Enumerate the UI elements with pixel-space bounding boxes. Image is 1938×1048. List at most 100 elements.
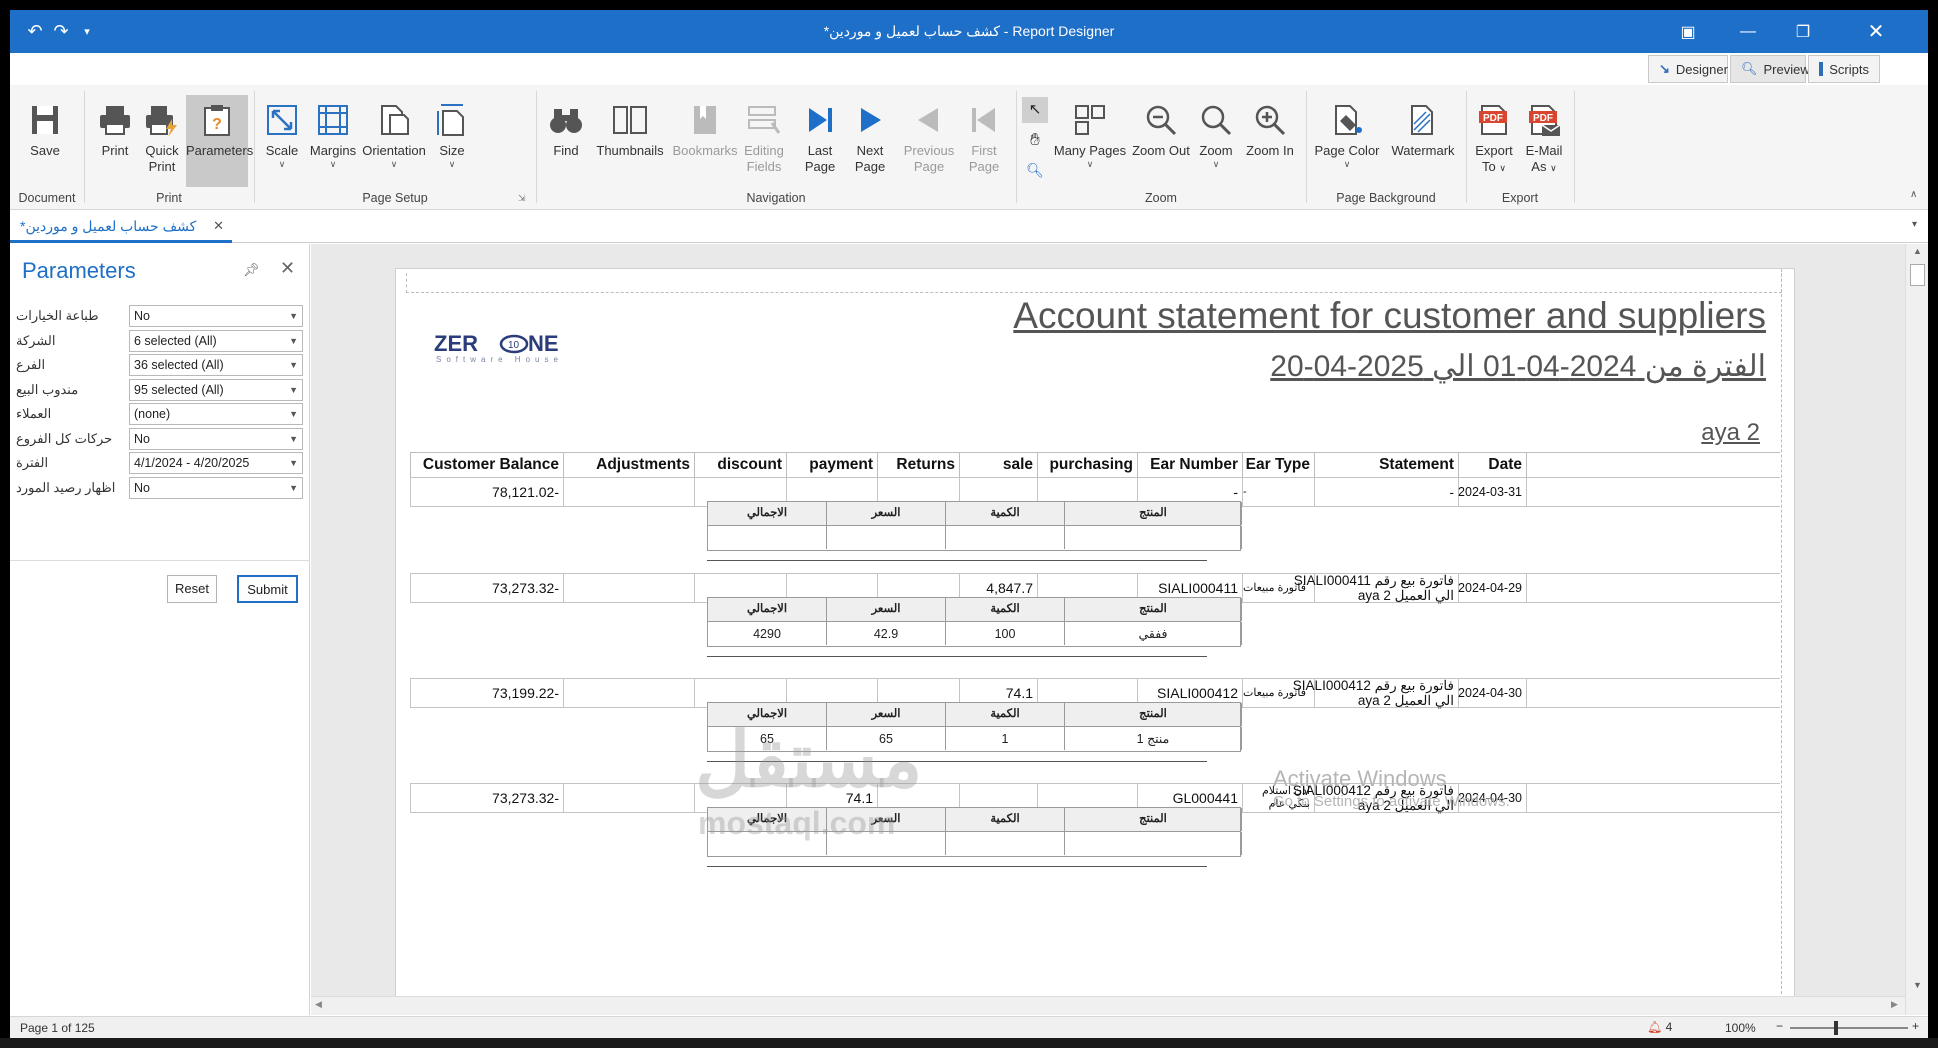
zoom-slider-plus-icon[interactable]: + bbox=[1912, 1019, 1919, 1033]
first-page-button[interactable]: First Page bbox=[964, 95, 1004, 187]
parameters-button[interactable]: ? Parameters bbox=[186, 95, 253, 187]
thumbnails-label: Thumbnails bbox=[596, 143, 664, 158]
magnifier-tool-icon[interactable]: 🔍︎ bbox=[1022, 157, 1048, 183]
save-label: Save bbox=[30, 143, 60, 158]
parameter-label: الفرع bbox=[16, 357, 46, 372]
quick-print-label-2: Print bbox=[148, 159, 176, 174]
collapse-ribbon-icon[interactable]: ∧ bbox=[1910, 189, 1917, 200]
vertical-scroll-thumb[interactable] bbox=[1910, 264, 1925, 286]
margins-button[interactable]: Margins ∨ bbox=[308, 95, 358, 187]
page-setup-dialog-launcher-icon[interactable]: ⇲ bbox=[518, 193, 526, 204]
close-window-icon[interactable]: ✕ bbox=[1853, 10, 1899, 53]
watermark-label: Watermark bbox=[1391, 143, 1455, 158]
preview-view-button[interactable]: 🔍︎ Preview bbox=[1730, 55, 1810, 83]
previous-page-label: Previous bbox=[903, 143, 955, 158]
statement-line-1: فاتورة بيع رقم SIALI000411 bbox=[1293, 573, 1454, 588]
zoom-slider-minus-icon[interactable]: − bbox=[1776, 1019, 1783, 1033]
save-button[interactable]: Save bbox=[22, 95, 68, 187]
next-page-button[interactable]: Next Page bbox=[850, 95, 890, 187]
orientation-label: Orientation bbox=[362, 143, 426, 158]
scroll-down-icon[interactable]: ▼ bbox=[1906, 980, 1928, 990]
scroll-right-icon[interactable]: ▶ bbox=[1891, 999, 1898, 1010]
parameter-select[interactable]: 36 selected (All) ▼ bbox=[129, 354, 303, 376]
zoom-out-button[interactable]: Zoom Out bbox=[1130, 95, 1192, 187]
scripts-view-button[interactable]: Scripts bbox=[1808, 55, 1880, 83]
notifications-indicator[interactable]: 🔔︎ 4 bbox=[1647, 1020, 1672, 1034]
print-button[interactable]: Print bbox=[92, 95, 138, 187]
parameter-value: No bbox=[134, 431, 150, 446]
preview-icon: 🔍︎ bbox=[1741, 61, 1758, 76]
close-panel-icon[interactable]: ✕ bbox=[280, 258, 295, 279]
bookmarks-button[interactable]: Bookmarks bbox=[670, 95, 740, 187]
scale-button[interactable]: Scale ∨ bbox=[260, 95, 304, 187]
quick-print-button[interactable]: Quick Print bbox=[140, 95, 184, 187]
group-label-navigation: Navigation bbox=[746, 191, 806, 205]
ribbon-display-options-icon[interactable]: ▣ bbox=[1665, 10, 1711, 53]
thumbnails-button[interactable]: Thumbnails bbox=[594, 95, 666, 187]
report-designer-window: ↶ ↷ ▾ *كشف حساب لعميل و موردين - Report … bbox=[10, 10, 1928, 1038]
hand-tool-icon[interactable]: ✋︎ bbox=[1022, 127, 1048, 153]
parameter-select[interactable]: No ▼ bbox=[129, 427, 303, 450]
parameter-select[interactable]: 4/1/2024 - 4/20/2025 ▼ bbox=[129, 452, 303, 474]
group-label-export: Export bbox=[1501, 191, 1539, 205]
editing-fields-label-2: Fields bbox=[746, 159, 782, 174]
watermark-button[interactable]: Watermark bbox=[1386, 95, 1460, 187]
margins-icon bbox=[318, 105, 348, 135]
parameter-select[interactable]: No ▼ bbox=[129, 305, 303, 327]
tab-list-dropdown-icon[interactable]: ▾ bbox=[1912, 219, 1917, 230]
parameter-label: العملاء bbox=[16, 406, 52, 421]
document-tab[interactable]: *كشف حساب لعميل و موردين ✕ bbox=[10, 211, 232, 243]
column-header: Ear Number bbox=[1138, 453, 1243, 477]
subtable-column-header: المنتج bbox=[1065, 598, 1242, 621]
reset-button[interactable]: Reset bbox=[167, 575, 217, 603]
scale-label: Scale bbox=[265, 143, 299, 158]
find-button[interactable]: Find bbox=[544, 95, 588, 187]
pdf-badge-label: PDF bbox=[1483, 113, 1503, 124]
chevron-down-icon: ▼ bbox=[289, 458, 298, 468]
close-tab-icon[interactable]: ✕ bbox=[213, 211, 224, 241]
export-to-button[interactable]: PDF Export To ∨ bbox=[1472, 95, 1516, 187]
parameter-label: مندوب البيع bbox=[16, 381, 79, 397]
subtable-column-header: الكمية bbox=[946, 808, 1065, 831]
scripts-view-label: Scripts bbox=[1829, 61, 1869, 77]
subtable-column-header: المنتج bbox=[1065, 502, 1242, 525]
zoom-in-button[interactable]: Zoom In bbox=[1242, 95, 1298, 187]
designer-view-button[interactable]: ↘ Designer bbox=[1648, 55, 1728, 83]
vertical-scrollbar[interactable]: ▲ ▼ bbox=[1905, 244, 1928, 1015]
balance-cell: 78,121.02- bbox=[411, 478, 564, 506]
page-color-button[interactable]: Page Color ∨ bbox=[1312, 95, 1382, 187]
submit-button[interactable]: Submit bbox=[237, 575, 298, 603]
zoom-button[interactable]: Zoom ∨ bbox=[1194, 95, 1238, 187]
preview-view-label: Preview bbox=[1763, 61, 1810, 77]
parameter-select[interactable]: 6 selected (All) ▼ bbox=[129, 329, 303, 352]
parameter-select[interactable]: (none) ▼ bbox=[129, 403, 303, 425]
parameter-select[interactable]: 95 selected (All) ▼ bbox=[129, 378, 303, 401]
zoom-slider-track[interactable] bbox=[1790, 1027, 1908, 1029]
editing-fields-button[interactable]: Editing Fields bbox=[742, 95, 786, 187]
previous-page-button[interactable]: Previous Page bbox=[900, 95, 958, 187]
bell-icon: 🔔︎ bbox=[1647, 1020, 1663, 1034]
zoom-slider-thumb[interactable] bbox=[1834, 1021, 1838, 1035]
subtable-product-cell: منتج 1 bbox=[1065, 727, 1242, 750]
pointer-tool-icon[interactable]: ↖ bbox=[1022, 97, 1048, 123]
size-button[interactable]: Size ∨ bbox=[432, 95, 472, 187]
email-as-label-2: As bbox=[1531, 159, 1547, 174]
statement-cell: - bbox=[1315, 478, 1459, 506]
document-tab-bar: *كشف حساب لعميل و موردين ✕ ▾ bbox=[10, 211, 1928, 243]
restore-icon[interactable]: ❐ bbox=[1780, 10, 1826, 53]
horizontal-scrollbar[interactable]: ◀ ▶ bbox=[311, 996, 1905, 1015]
orientation-button[interactable]: Orientation ∨ bbox=[360, 95, 428, 187]
divider bbox=[10, 560, 310, 561]
pin-icon[interactable]: 📌︎ bbox=[243, 262, 260, 278]
column-header: Returns bbox=[878, 453, 960, 477]
minimize-icon[interactable]: — bbox=[1725, 10, 1771, 53]
scroll-up-icon[interactable]: ▲ bbox=[1906, 246, 1928, 256]
last-page-button[interactable]: Last Page bbox=[800, 95, 840, 187]
email-as-button[interactable]: PDF E-Mail As ∨ bbox=[1520, 95, 1568, 187]
parameter-select[interactable]: No ▼ bbox=[129, 476, 303, 499]
many-pages-button[interactable]: Many Pages ∨ bbox=[1052, 95, 1128, 187]
scroll-left-icon[interactable]: ◀ bbox=[315, 999, 322, 1010]
pdf-badge-label: PDF bbox=[1533, 113, 1553, 124]
subtable-divider bbox=[707, 560, 1207, 561]
subtable-column-header: المنتج bbox=[1065, 703, 1242, 726]
